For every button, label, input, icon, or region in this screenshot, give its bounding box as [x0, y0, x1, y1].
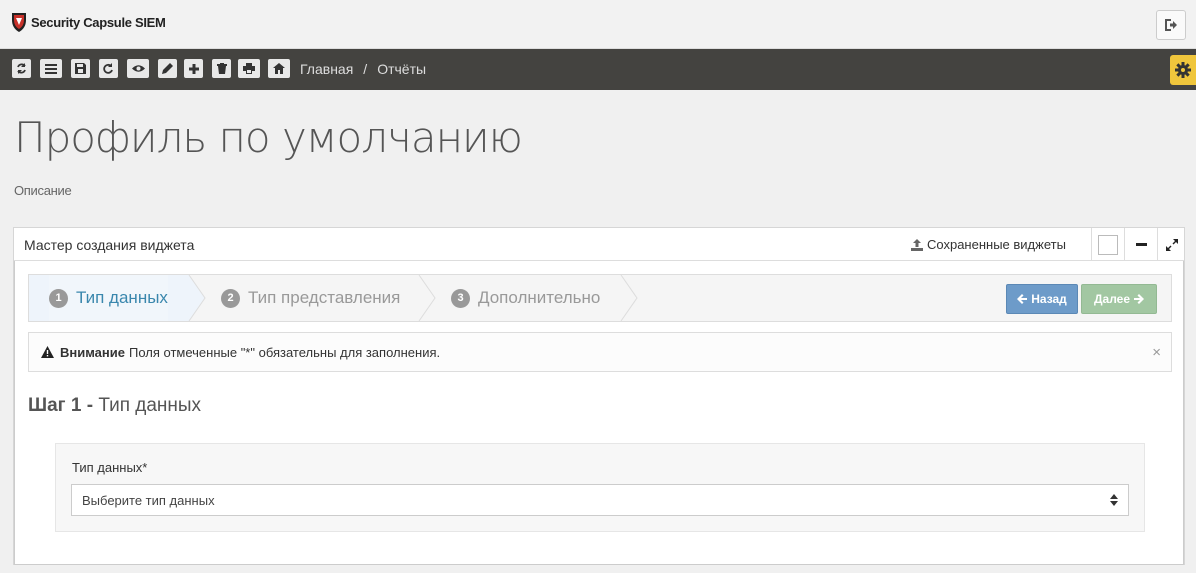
upload-icon	[911, 238, 923, 251]
back-button-label: Назад	[1031, 292, 1067, 306]
edit-button[interactable]	[158, 59, 177, 78]
wizard-step-2[interactable]: 2 Тип представления	[221, 275, 400, 321]
home-icon	[273, 63, 285, 74]
breadcrumb: Главная / Отчёты	[300, 61, 426, 77]
view-button[interactable]	[127, 59, 149, 78]
data-type-select-value: Выберите тип данных	[82, 492, 215, 508]
breadcrumb-separator: /	[363, 61, 368, 77]
data-type-label: Тип данных*	[72, 460, 148, 475]
wizard-step-3[interactable]: 3 Дополнительно	[451, 275, 600, 321]
step-heading: Шаг 1 - Тип данных	[28, 395, 201, 417]
minus-icon	[1135, 243, 1147, 246]
logout-button[interactable]	[1156, 10, 1186, 40]
delete-button[interactable]	[212, 59, 231, 78]
gear-icon	[1175, 62, 1191, 78]
step-label: Тип данных	[76, 288, 168, 307]
required-fields-alert: Внимание Поля отмеченные "*" обязательны…	[28, 332, 1172, 372]
step-number: 1	[49, 288, 68, 308]
step-number: 3	[451, 288, 470, 308]
next-button-label: Далее	[1093, 292, 1131, 306]
step-heading-text: Тип данных	[98, 395, 202, 416]
list-button[interactable]	[40, 59, 62, 78]
back-button[interactable]: Назад	[1006, 284, 1078, 314]
color-picker-button[interactable]	[1091, 228, 1124, 261]
redo-button[interactable]	[99, 59, 118, 78]
print-icon	[243, 63, 255, 74]
add-button[interactable]	[184, 59, 203, 78]
list-icon	[45, 63, 57, 74]
panel-title: Мастер создания виджета	[24, 237, 195, 253]
trash-icon	[216, 63, 227, 74]
breadcrumb-home[interactable]: Главная	[300, 61, 353, 77]
redo-icon	[103, 63, 113, 74]
step-heading-prefix: Шаг 1 -	[28, 395, 94, 416]
refresh-icon	[17, 63, 26, 74]
toolbar: Главная / Отчёты	[0, 49, 1196, 90]
plus-icon	[188, 63, 199, 74]
data-type-form: Тип данных* Выберите тип данных	[55, 443, 1145, 532]
wizard-step-1[interactable]: 1 Тип данных	[49, 275, 168, 321]
alert-text: Поля отмеченные "*" обязательны для запо…	[128, 344, 441, 360]
saved-widgets-label: Сохраненные виджеты	[927, 237, 1066, 252]
alert-strong: Внимание	[60, 344, 125, 360]
home-button[interactable]	[268, 59, 290, 78]
alert-close-button[interactable]: ×	[1152, 344, 1161, 361]
panel-header: Мастер создания виджета Сохраненные видж…	[14, 228, 1184, 261]
expand-icon	[1165, 238, 1178, 251]
data-type-select[interactable]: Выберите тип данных	[71, 484, 1129, 516]
arrow-left-icon	[1017, 294, 1028, 304]
warning-icon	[41, 346, 54, 358]
collapse-button[interactable]	[1124, 228, 1157, 261]
app-header: Security Capsule SIEM	[0, 0, 1196, 49]
refresh-button[interactable]	[12, 59, 31, 78]
saved-widgets-link[interactable]: Сохраненные виджеты	[911, 237, 1066, 252]
breadcrumb-reports[interactable]: Отчёты	[377, 61, 426, 77]
shield-logo-icon	[12, 13, 26, 32]
step-label: Тип представления	[248, 288, 401, 307]
sign-out-icon	[1165, 19, 1177, 31]
select-sort-icon	[1110, 494, 1118, 506]
wizard-steps: 1 Тип данных 2 Тип представления 3 Допол…	[28, 274, 1172, 322]
print-button[interactable]	[238, 59, 260, 78]
panel-body: 1 Тип данных 2 Тип представления 3 Допол…	[14, 261, 1184, 565]
next-button[interactable]: Далее	[1081, 284, 1157, 314]
brand[interactable]: Security Capsule SIEM	[11, 11, 166, 33]
arrow-right-icon	[1134, 294, 1145, 304]
page-title: Профиль по умолчанию	[14, 113, 523, 162]
save-button[interactable]	[71, 59, 90, 78]
pencil-icon	[162, 63, 173, 74]
color-swatch	[1098, 234, 1118, 255]
page-description: Описание	[14, 183, 72, 198]
eye-icon	[131, 65, 145, 72]
save-icon	[75, 63, 86, 74]
fullscreen-button[interactable]	[1157, 228, 1185, 261]
step-number: 2	[221, 288, 240, 308]
settings-button[interactable]	[1170, 55, 1196, 85]
app-title: Security Capsule SIEM	[31, 14, 166, 30]
widget-wizard-panel: Мастер создания виджета Сохраненные видж…	[13, 227, 1185, 565]
step-label: Дополнительно	[478, 288, 601, 307]
